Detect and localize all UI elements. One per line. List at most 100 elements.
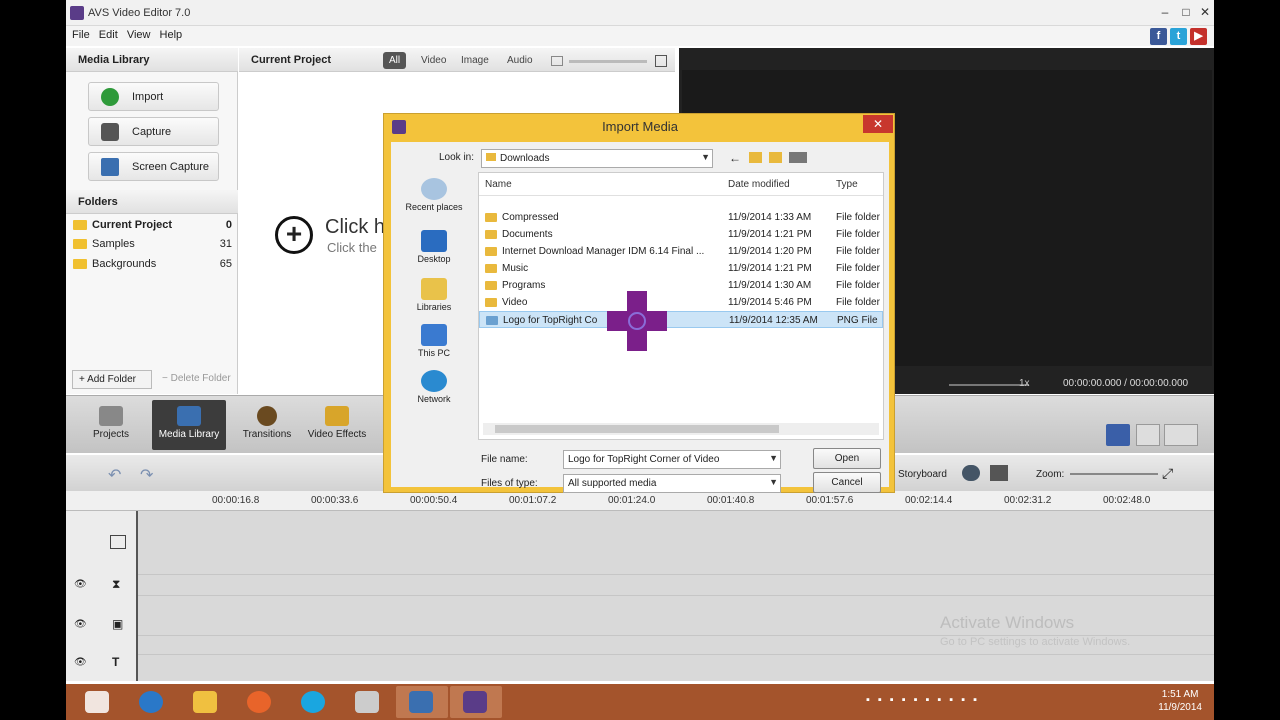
skype-icon[interactable] — [288, 686, 340, 718]
file-name: Video — [502, 297, 528, 308]
look-in-select[interactable]: Downloads ▼ — [481, 149, 713, 168]
add-media-icon[interactable]: + — [275, 216, 313, 254]
minimize-icon[interactable]: – — [1156, 5, 1174, 19]
timeline-tracks[interactable]: 👁 ⧗ 👁 ▣ 👁 T — [66, 511, 1214, 681]
filter-audio[interactable]: Audio — [501, 52, 539, 69]
fit-timeline-icon[interactable]: ⤢ — [1162, 465, 1173, 482]
folder-backgrounds[interactable]: Backgrounds 65 — [66, 254, 238, 274]
place-desktop[interactable]: Desktop — [400, 230, 468, 264]
eye-icon[interactable]: 👁 — [74, 579, 87, 590]
menu-help[interactable]: Help — [160, 29, 183, 41]
camera-icon[interactable] — [1136, 424, 1160, 446]
new-folder-icon[interactable] — [769, 152, 782, 163]
list-item[interactable]: Internet Download Manager IDM 6.14 Final… — [479, 243, 883, 260]
file-date: 11/9/2014 1:33 AM — [728, 212, 812, 223]
clock[interactable]: 1:51 AM 11/9/2014 — [1158, 688, 1202, 714]
add-folder-button[interactable]: + Add Folder — [72, 370, 152, 389]
internet-explorer-icon[interactable] — [126, 686, 178, 718]
small-thumb-icon[interactable] — [551, 56, 563, 66]
menu-view[interactable]: View — [127, 29, 151, 41]
media-library-button[interactable]: Media Library — [152, 400, 226, 450]
youtube-icon[interactable]: ▶ — [1190, 28, 1207, 45]
transitions-button[interactable]: Transitions — [230, 400, 304, 450]
ruler-mark: 00:02:48.0 — [1103, 495, 1151, 506]
list-item-selected[interactable]: Logo for TopRight Co 11/9/2014 12:35 AM PN… — [479, 311, 883, 328]
menu-edit[interactable]: Edit — [99, 29, 118, 41]
large-thumb-icon[interactable] — [655, 55, 667, 67]
eye-icon[interactable]: 👁 — [74, 619, 87, 630]
redo-icon[interactable]: ↷ — [140, 465, 153, 485]
monitor-icon[interactable] — [396, 686, 448, 718]
file-date: 11/9/2014 1:21 PM — [728, 263, 812, 274]
delete-folder-button[interactable]: − Delete Folder — [158, 370, 234, 389]
media-library-panel: Media Library Import Capture Screen Capt… — [66, 48, 238, 394]
column-type[interactable]: Type — [836, 179, 858, 190]
filter-all[interactable]: All — [383, 52, 407, 69]
file-date: 11/9/2014 1:20 PM — [728, 246, 812, 257]
voice-icon[interactable] — [962, 465, 980, 481]
windows-start-icon[interactable] — [72, 686, 124, 718]
app-icon[interactable] — [342, 686, 394, 718]
eye-icon[interactable]: 👁 — [74, 657, 87, 668]
folder-count: 31 — [219, 238, 232, 250]
maximize-icon[interactable]: □ — [1177, 5, 1195, 19]
thumb-size-slider[interactable] — [569, 60, 647, 63]
folder-samples[interactable]: Samples 31 — [66, 234, 238, 254]
column-date[interactable]: Date modified — [728, 179, 790, 190]
filter-image[interactable]: Image — [455, 52, 495, 69]
storyboard-label[interactable]: Storyboard — [898, 469, 947, 480]
folder-icon — [485, 247, 497, 256]
firefox-icon[interactable] — [234, 686, 286, 718]
place-libraries[interactable]: Libraries — [400, 278, 468, 312]
folder-icon — [486, 153, 496, 161]
dialog-close-button[interactable]: ✕ — [863, 115, 893, 133]
filter-video[interactable]: Video — [415, 52, 452, 69]
list-item[interactable]: Music 11/9/2014 1:21 PM File folder — [479, 260, 883, 277]
list-item[interactable]: Documents 11/9/2014 1:21 PM File folder — [479, 226, 883, 243]
twitter-icon[interactable]: t — [1170, 28, 1187, 45]
file-date: 11/9/2014 1:21 PM — [728, 229, 812, 240]
video-effects-button[interactable]: Video Effects — [300, 400, 374, 450]
snapshot-icon[interactable] — [1106, 424, 1130, 446]
dialog-body: Look in: Downloads ▼ ← Recent places Des… — [391, 142, 889, 493]
menu-file[interactable]: File — [72, 29, 90, 41]
list-item[interactable]: Video 11/9/2014 5:46 PM File folder — [479, 294, 883, 311]
undo-icon[interactable]: ↶ — [108, 465, 121, 485]
folder-icon — [73, 220, 87, 230]
display-icon[interactable] — [990, 465, 1008, 481]
close-icon[interactable]: ✕ — [1196, 5, 1214, 19]
folder-current-project[interactable]: Current Project 0 — [66, 215, 238, 235]
horizontal-scrollbar[interactable] — [483, 423, 879, 435]
volume-icon[interactable] — [1164, 424, 1198, 446]
file-name-field[interactable]: Logo for TopRight Corner of Video ▼ — [563, 450, 781, 469]
taskbar: ▪▪▪▪▪▪▪▪▪▪ 1:51 AM 11/9/2014 — [66, 684, 1214, 720]
speed-slider[interactable] — [949, 384, 1029, 386]
screen-capture-button[interactable]: Screen Capture — [88, 152, 219, 181]
zoom-slider[interactable] — [1070, 473, 1158, 475]
folder-icon — [485, 213, 497, 222]
cancel-button[interactable]: Cancel — [813, 472, 881, 493]
libraries-icon — [421, 278, 447, 300]
column-name[interactable]: Name — [485, 179, 512, 190]
system-tray-icons[interactable]: ▪▪▪▪▪▪▪▪▪▪ — [866, 694, 1086, 710]
video-editor-icon[interactable] — [450, 686, 502, 718]
back-icon[interactable]: ← — [729, 151, 741, 165]
place-this-pc[interactable]: This PC — [400, 324, 468, 358]
file-type: File folder — [836, 280, 880, 291]
up-folder-icon[interactable] — [749, 152, 762, 163]
import-button[interactable]: Import — [88, 82, 219, 111]
view-menu-icon[interactable] — [789, 152, 807, 163]
file-type-select[interactable]: All supported media ▼ — [563, 474, 781, 493]
list-item[interactable]: Compressed 11/9/2014 1:33 AM File folder — [479, 209, 883, 226]
file-list[interactable]: Name Date modified Type Compressed 11/9/2… — [478, 172, 884, 440]
place-recent[interactable]: Recent places — [400, 178, 468, 212]
list-item[interactable]: Programs 11/9/2014 1:30 AM File folder — [479, 277, 883, 294]
overlay-track-icon: ▣ — [112, 617, 124, 631]
file-explorer-icon[interactable] — [180, 686, 232, 718]
open-button[interactable]: Open — [813, 448, 881, 469]
capture-button[interactable]: Capture — [88, 117, 219, 146]
projects-button[interactable]: Projects — [74, 400, 148, 450]
facebook-icon[interactable]: f — [1150, 28, 1167, 45]
scrollbar-thumb[interactable] — [495, 425, 779, 433]
place-network[interactable]: Network — [400, 370, 468, 404]
